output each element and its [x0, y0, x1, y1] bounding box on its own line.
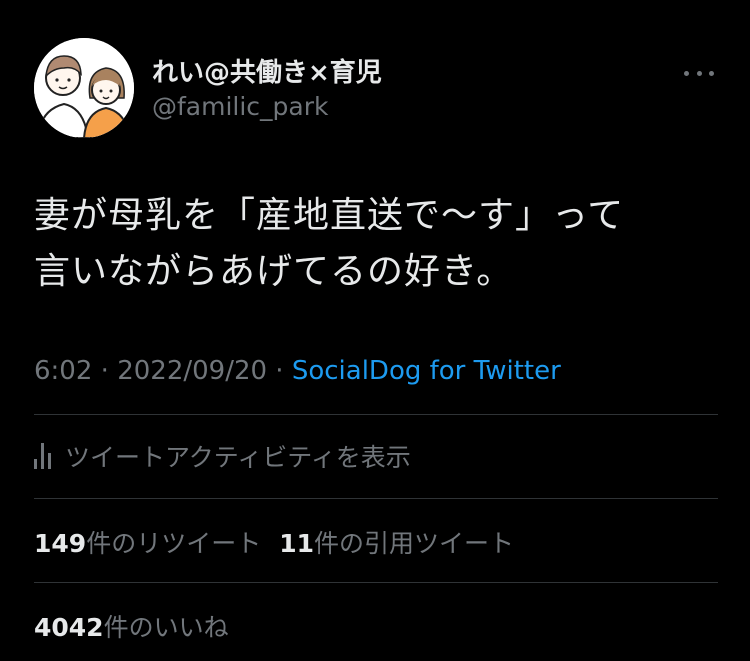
likes-stats: 4042件のいいね [34, 608, 229, 644]
divider [34, 414, 718, 415]
more-options-icon[interactable] [684, 66, 714, 80]
retweets-label: 件のリツイート [86, 529, 262, 558]
tweet-text: 妻が母乳を「産地直送で〜す」って 言いながらあげてるの好き。 [34, 188, 724, 300]
quotes-stat[interactable]: 11件の引用ツイート [279, 529, 514, 558]
tweet-source-link[interactable]: SocialDog for Twitter [292, 356, 561, 386]
more-dot [696, 70, 702, 76]
retweets-stat[interactable]: 149件のリツイート [34, 529, 261, 558]
avatar[interactable] [34, 38, 134, 138]
more-dot [709, 70, 714, 76]
tweet-time[interactable]: 6:02 [34, 356, 92, 386]
tweet-text-line: 言いながらあげてるの好き。 [34, 251, 514, 292]
likes-label: 件のいいね [103, 613, 229, 642]
quotes-label: 件の引用ツイート [314, 529, 515, 558]
divider [34, 498, 718, 499]
likes-count: 4042 [34, 613, 104, 642]
tweet-activity-label: ツイートアクティビティを表示 [65, 443, 411, 472]
tweet-activity-link[interactable]: ツイートアクティビティを表示 [34, 438, 411, 474]
tweet-detail: れい@共働き×育児 @familic_park 妻が母乳を「産地直送で〜す」って… [0, 0, 750, 661]
tweet-date[interactable]: 2022/09/20 [117, 356, 267, 386]
retweets-count: 149 [34, 529, 87, 558]
tweet-meta: 6:02 · 2022/09/20 · SocialDog for Twitte… [34, 356, 561, 386]
engagement-stats: 149件のリツイート 11件の引用ツイート [34, 524, 514, 560]
author-handle[interactable]: @familic_park [152, 92, 329, 121]
divider [34, 582, 718, 583]
more-dot [684, 70, 689, 76]
quotes-count: 11 [279, 529, 314, 558]
tweet-text-line: 妻が母乳を「産地直送で〜す」って [34, 195, 625, 236]
avatar-illustration [34, 38, 134, 138]
likes-stat[interactable]: 4042件のいいね [34, 613, 229, 642]
analytics-icon [34, 443, 51, 469]
meta-separator: · [92, 356, 118, 386]
meta-separator: · [267, 356, 292, 386]
author-display-name[interactable]: れい@共働き×育児 [152, 52, 382, 89]
